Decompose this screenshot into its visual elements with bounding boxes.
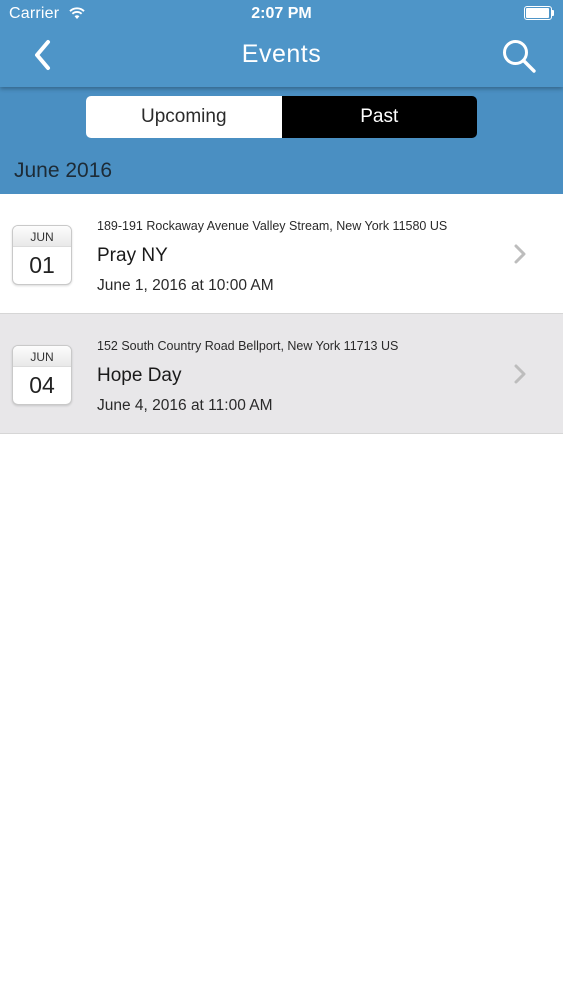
battery-icon <box>524 6 554 20</box>
chevron-right-icon <box>514 364 526 384</box>
segment-past[interactable]: Past <box>281 96 477 138</box>
calendar-month: JUN <box>13 226 71 247</box>
calendar-day: 04 <box>29 372 55 398</box>
navigation-bar: Carrier 2:07 PM Events <box>0 0 563 87</box>
event-row[interactable]: JUN 04 152 South Country Road Bellport, … <box>0 314 563 434</box>
event-title: Pray NY <box>97 245 168 266</box>
event-datetime: June 1, 2016 at 10:00 AM <box>97 277 274 294</box>
clock: 2:07 PM <box>251 5 312 22</box>
calendar-month: JUN <box>13 346 71 367</box>
events-segmented-control: Upcoming Past <box>86 96 477 138</box>
event-row[interactable]: JUN 01 189-191 Rockaway Avenue Valley St… <box>0 194 563 314</box>
events-list: JUN 01 189-191 Rockaway Avenue Valley St… <box>0 194 563 434</box>
search-icon[interactable] <box>501 38 537 74</box>
calendar-icon: JUN 04 <box>12 345 72 405</box>
calendar-day: 01 <box>29 252 55 278</box>
header: Carrier 2:07 PM Events Upcoming Past Jun <box>0 0 563 194</box>
chevron-right-icon <box>514 244 526 264</box>
event-datetime: June 4, 2016 at 11:00 AM <box>97 397 273 414</box>
section-header: June 2016 <box>14 159 113 182</box>
segment-upcoming[interactable]: Upcoming <box>86 96 282 138</box>
event-address: 152 South Country Road Bellport, New Yor… <box>97 339 399 353</box>
status-bar: Carrier 2:07 PM <box>0 0 563 28</box>
page-title: Events <box>241 40 322 68</box>
event-address: 189-191 Rockaway Avenue Valley Stream, N… <box>97 219 448 233</box>
event-title: Hope Day <box>97 365 182 386</box>
calendar-icon: JUN 01 <box>12 225 72 285</box>
